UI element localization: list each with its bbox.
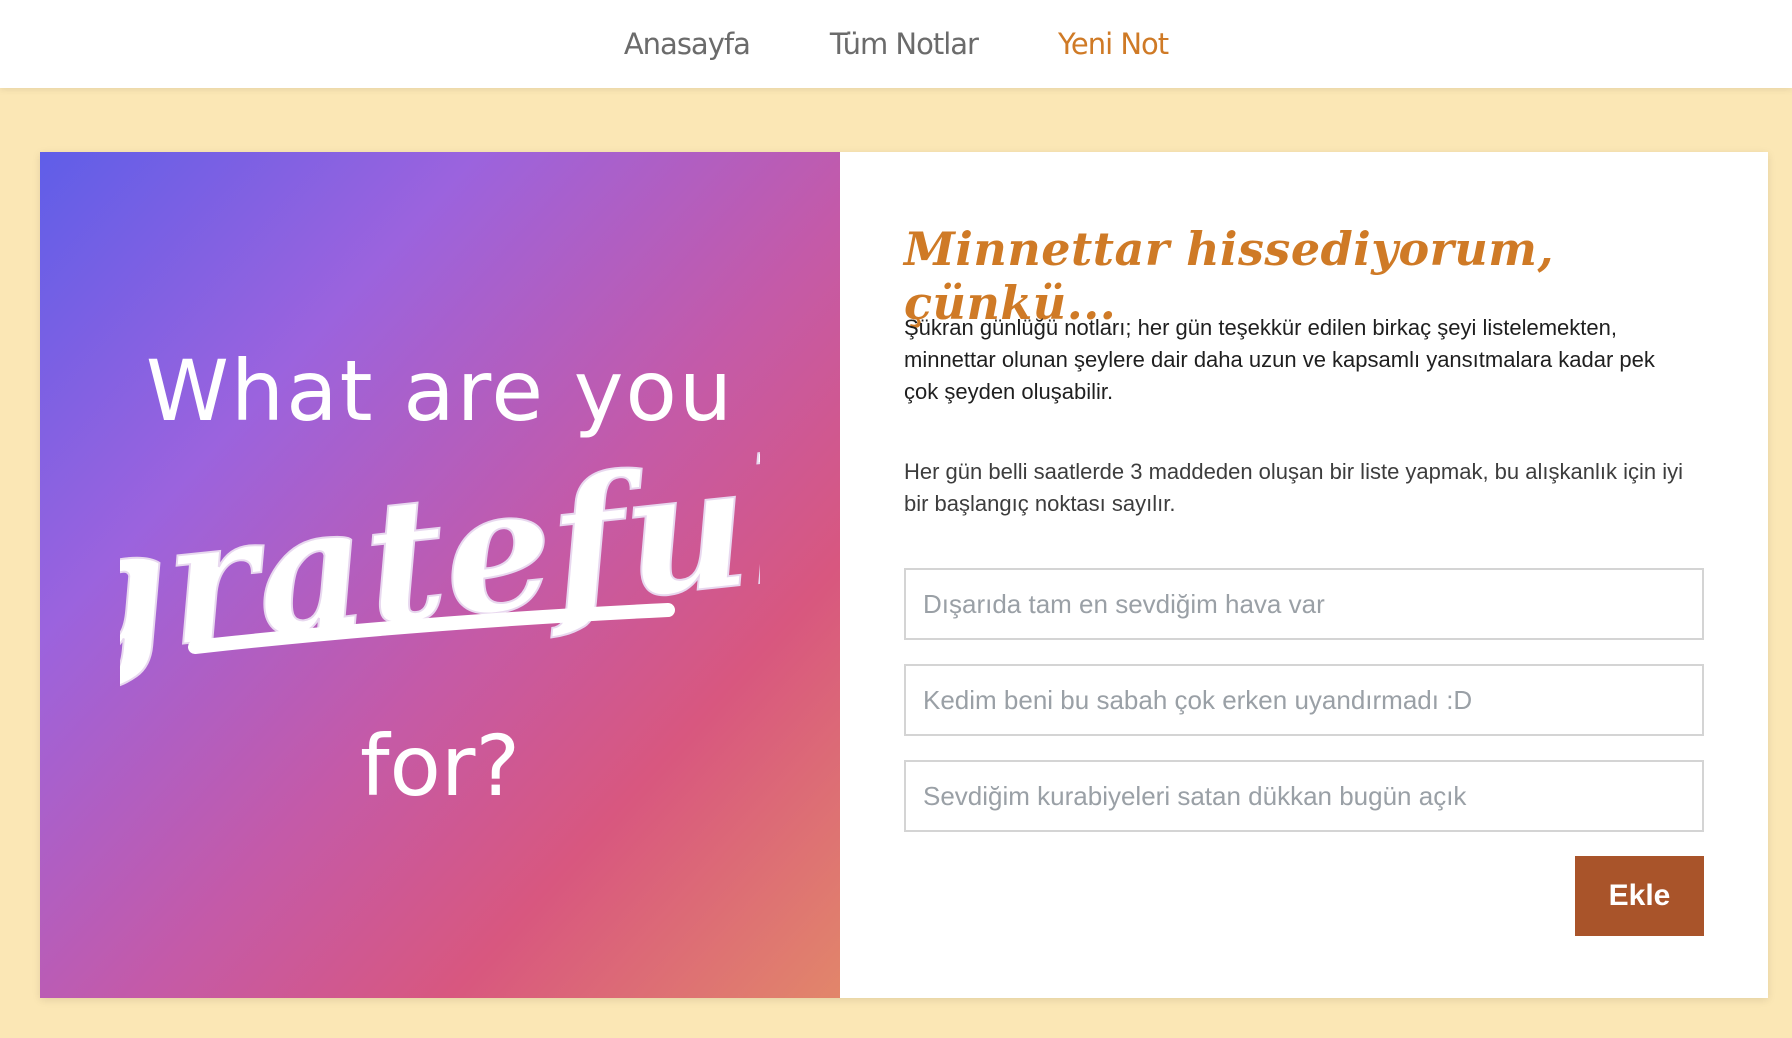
note-input-3[interactable] <box>904 760 1704 832</box>
note-input-2[interactable] <box>904 664 1704 736</box>
form-description: Şükran günlüğü notları; her gün teşekkür… <box>904 315 1655 404</box>
top-navbar: Anasayfa Tüm Notlar Yeni Not <box>0 0 1792 88</box>
hero-script-text: grateful <box>120 442 760 698</box>
note-input-1[interactable] <box>904 568 1704 640</box>
hero-image: What are you grateful for? <box>40 152 840 998</box>
add-button[interactable]: Ekle <box>1575 856 1704 936</box>
new-note-card: What are you grateful for? Minnettar his… <box>40 152 1768 998</box>
hero-script-word: grateful <box>120 442 760 699</box>
hero-text-line3: for? <box>359 717 521 815</box>
hero-text-line1: What are you <box>145 342 735 440</box>
nav-link-new-note[interactable]: Yeni Not <box>1058 27 1169 61</box>
nav-link-all-notes[interactable]: Tüm Notlar <box>830 27 979 61</box>
note-form-panel: Minnettar hissediyorum, çünkü... Şükran … <box>840 152 1768 998</box>
nav-link-home[interactable]: Anasayfa <box>624 27 751 61</box>
form-tip: Her gün belli saatlerde 3 maddeden oluşa… <box>904 459 1683 516</box>
